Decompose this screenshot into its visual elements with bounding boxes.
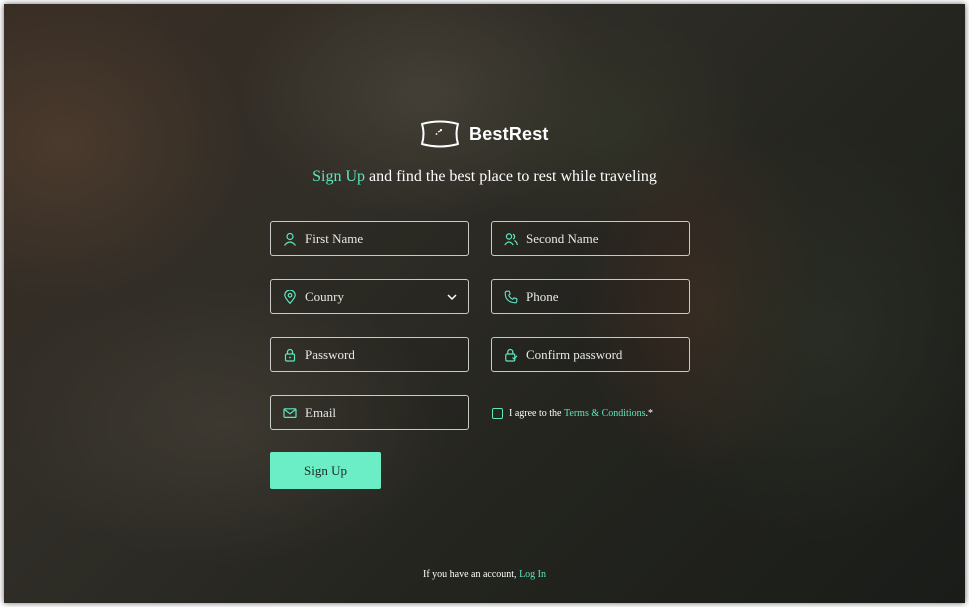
- pillow-icon: [421, 120, 459, 148]
- page-headline: Sign Up and find the best place to rest …: [4, 168, 965, 186]
- password-field[interactable]: [270, 337, 469, 372]
- lock-check-icon: [505, 348, 518, 362]
- sign-up-button[interactable]: Sign Up: [270, 452, 381, 489]
- first-name-input[interactable]: [305, 230, 455, 247]
- login-prompt-text: If you have an account,: [422, 569, 520, 580]
- email-input[interactable]: [305, 404, 455, 421]
- terms-prefix: I agree to the: [509, 407, 562, 419]
- headline-text: and find the best place to rest while tr…: [365, 168, 657, 185]
- lock-icon: [284, 348, 296, 362]
- login-link[interactable]: Log In: [519, 569, 546, 580]
- location-pin-icon: [284, 289, 296, 304]
- login-prompt: If you have an account, Log In: [4, 569, 965, 580]
- confirm-password-field[interactable]: [491, 337, 690, 372]
- country-select[interactable]: Counry: [270, 279, 469, 314]
- first-name-field[interactable]: [270, 221, 469, 256]
- phone-field[interactable]: [491, 279, 690, 314]
- second-name-field[interactable]: [491, 221, 690, 256]
- second-name-input[interactable]: [526, 230, 676, 247]
- email-field[interactable]: [270, 395, 469, 430]
- user-icon: [284, 232, 296, 246]
- confirm-password-input[interactable]: [526, 346, 676, 363]
- phone-input[interactable]: [526, 288, 676, 305]
- brand-logo: BestRest: [418, 114, 558, 154]
- terms-agreement: I agree to the Terms & Conditions .*: [492, 405, 653, 421]
- terms-suffix: .*: [645, 407, 654, 419]
- password-input[interactable]: [305, 346, 455, 363]
- background-overlay: [4, 4, 965, 603]
- brand-name: BestRest: [469, 123, 549, 144]
- headline-accent: Sign Up: [312, 168, 365, 185]
- phone-icon: [504, 290, 518, 303]
- country-select-value: Counry: [305, 288, 344, 304]
- terms-link[interactable]: Terms & Conditions: [564, 408, 646, 419]
- terms-checkbox[interactable]: [492, 407, 503, 419]
- users-icon: [504, 232, 518, 245]
- signup-page: BestRest Sign Up and find the best place…: [4, 4, 965, 603]
- mail-icon: [283, 407, 297, 418]
- chevron-down-icon: [447, 293, 457, 300]
